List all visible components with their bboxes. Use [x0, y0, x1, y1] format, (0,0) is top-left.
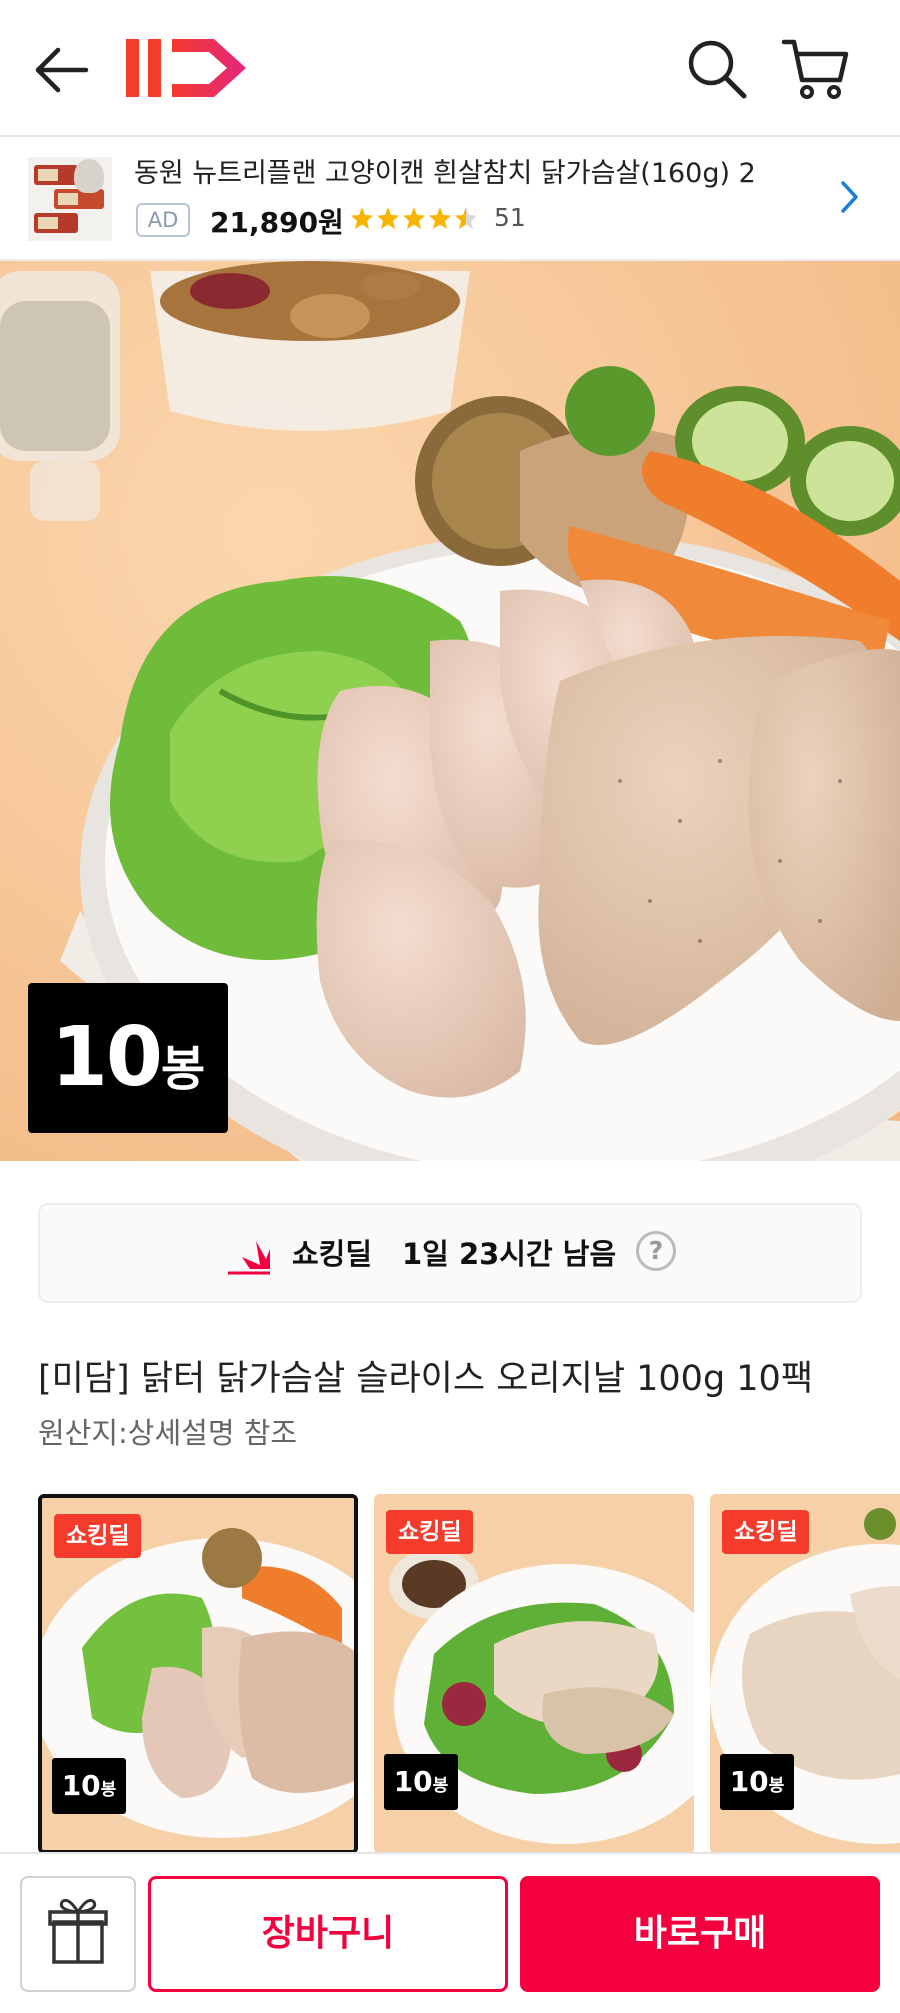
search-icon [688, 40, 747, 99]
option-pack-count: 10봉 [384, 1754, 458, 1810]
cart-button[interactable] [780, 34, 852, 104]
option-count-number: 10 [393, 1765, 433, 1798]
back-button[interactable] [30, 38, 94, 102]
cat-image [74, 159, 104, 193]
ad-review-count: 51 [494, 203, 526, 232]
product-title: [미담] 닭터 닭가슴살 슬라이스 오리지날 100g 10팩 [38, 1359, 814, 1399]
arrow-left-icon [35, 47, 89, 93]
chevron-right-icon[interactable] [838, 179, 862, 215]
star-icon [351, 207, 373, 229]
can-image [34, 213, 78, 233]
site-logo[interactable] [122, 33, 264, 103]
option-pack-count: 10봉 [52, 1758, 126, 1814]
ad-price: 21,890원 [210, 206, 344, 239]
deal-time-remaining: 1일 23시간 남음 [402, 1237, 617, 1271]
option-deal-badge: 쇼킹딜 [54, 1514, 142, 1558]
option-deal-badge: 쇼킹딜 [386, 1510, 474, 1554]
shocking-deal-icon [228, 1241, 270, 1275]
option-deal-badge: 쇼킹딜 [722, 1510, 810, 1554]
ad-product-thumbnail [28, 157, 112, 241]
shopping-cart-icon [781, 39, 849, 99]
product-origin: 원산지:상세설명 참조 [38, 1416, 298, 1450]
ad-product-title: 동원 뉴트리플랜 고양이캔 흰살참치 닭가슴살(160g) 2 [134, 158, 756, 189]
search-button[interactable] [684, 36, 750, 102]
star-icon [377, 207, 399, 229]
bottom-action-bar: 장바구니 바로구매 [0, 1852, 900, 2013]
can-image [34, 165, 78, 185]
star-icon [429, 207, 451, 229]
option-count-suffix: 봉 [432, 1776, 449, 1796]
top-header [0, 0, 900, 137]
ad-banner[interactable]: 동원 뉴트리플랜 고양이캔 흰살참치 닭가슴살(160g) 2 AD 21,89… [0, 137, 900, 261]
ad-badge: AD [136, 203, 190, 237]
option-thumbnail[interactable]: 쇼킹딜 10봉 [38, 1494, 358, 1854]
star-icon [403, 207, 425, 229]
pack-count-suffix: 봉 [160, 1041, 206, 1097]
star-rating [351, 207, 477, 229]
option-count-suffix: 봉 [100, 1780, 117, 1800]
shocking-deal-timer: 쇼킹딜 1일 23시간 남음 ? [38, 1203, 862, 1303]
half-star-icon [455, 207, 477, 229]
option-count-suffix: 봉 [768, 1776, 785, 1796]
option-count-number: 10 [729, 1765, 769, 1798]
option-thumbnails: 쇼킹딜 10봉 쇼킹딜 10봉 쇼킹딜 10봉 [0, 1494, 900, 1854]
eleven-street-logo-icon [126, 39, 246, 97]
pack-count-number: 10 [50, 1010, 163, 1105]
gift-button[interactable] [20, 1876, 136, 1992]
option-thumbnail[interactable]: 쇼킹딜 10봉 [374, 1494, 694, 1854]
help-icon[interactable]: ? [636, 1231, 676, 1271]
option-pack-count: 10봉 [720, 1754, 794, 1810]
pack-count-badge: 10봉 [28, 983, 228, 1133]
buy-now-button[interactable]: 바로구매 [520, 1876, 880, 1992]
deal-label: 쇼킹딜 [292, 1237, 373, 1271]
option-count-number: 10 [61, 1769, 101, 1802]
add-to-cart-button[interactable]: 장바구니 [148, 1876, 508, 1992]
gift-icon [48, 1898, 108, 1964]
option-thumbnail[interactable]: 쇼킹딜 10봉 [710, 1494, 900, 1854]
